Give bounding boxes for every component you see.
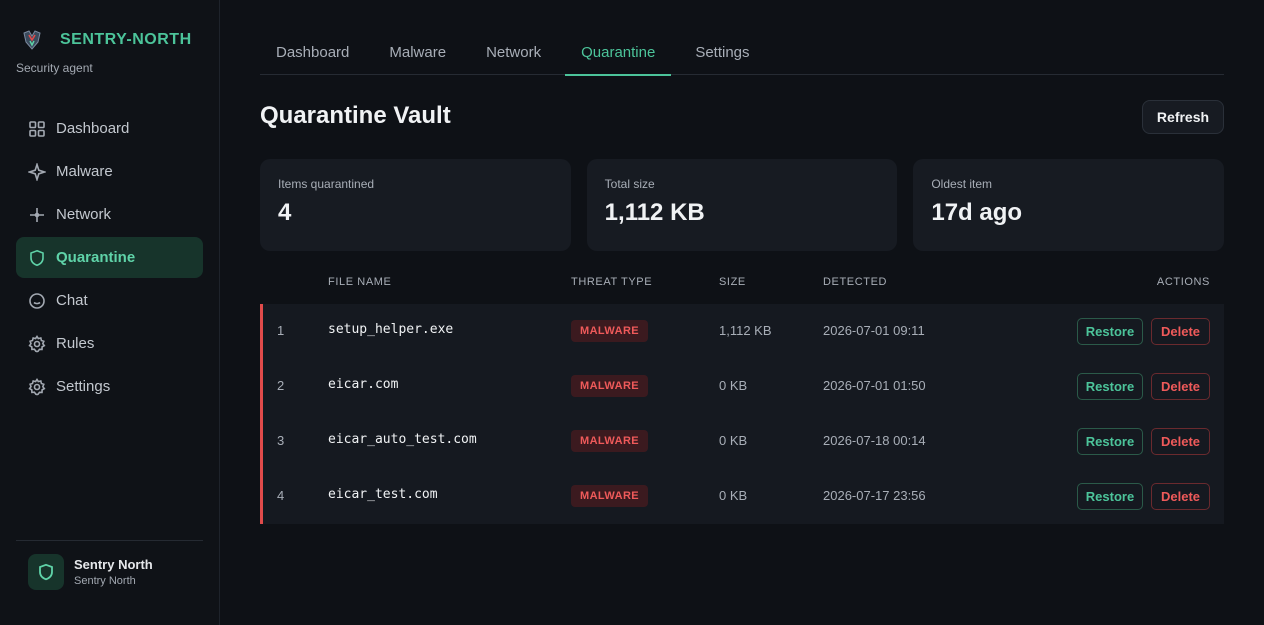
- grid-icon: [29, 120, 45, 137]
- sparkle-icon: [28, 162, 46, 181]
- sidebar-item-malware[interactable]: Malware: [16, 151, 203, 192]
- header-file-name: FILE NAME: [328, 276, 392, 288]
- stat-value: 17d ago: [931, 199, 1023, 226]
- sidebar: SENTRY-NORTH Security agent Dashboard Ma…: [0, 0, 220, 625]
- tab-malware[interactable]: Malware: [373, 32, 462, 75]
- threat-badge: MALWARE: [571, 430, 649, 452]
- network-icon: [30, 207, 44, 222]
- gear-icon: [28, 377, 46, 395]
- table-row: 1 setup_helper.exe MALWARE 1,112 KB 2026…: [263, 304, 1224, 359]
- sidebar-nav: Dashboard Malware Network Quarantine Cha…: [16, 108, 203, 409]
- quarantine-table: 1 setup_helper.exe MALWARE 1,112 KB 2026…: [260, 304, 1224, 524]
- file-name: setup_helper.exe: [328, 322, 454, 337]
- sidebar-item-chat[interactable]: Chat: [16, 280, 203, 321]
- header-threat-type: THREAT TYPE: [571, 276, 653, 288]
- restore-button[interactable]: Restore: [1077, 318, 1143, 345]
- shield-icon: [30, 249, 44, 266]
- row-number: 4: [277, 488, 285, 503]
- gear-icon: [28, 334, 46, 352]
- stat-label: Oldest item: [931, 177, 993, 191]
- stat-value: 1,112 KB: [604, 199, 705, 226]
- row-number: 1: [277, 323, 285, 338]
- file-name: eicar_test.com: [328, 487, 438, 502]
- sidebar-item-label: Chat: [56, 292, 88, 309]
- header-detected: DETECTED: [823, 276, 888, 288]
- tab-network[interactable]: Network: [470, 32, 557, 75]
- sidebar-item-settings[interactable]: Settings: [16, 366, 203, 407]
- sidebar-item-label: Malware: [56, 163, 113, 180]
- sidebar-item-dashboard[interactable]: Dashboard: [16, 108, 203, 149]
- avatar: [28, 554, 64, 590]
- threat-badge: MALWARE: [571, 320, 649, 342]
- detected-date: 2026-07-17 23:56: [823, 488, 926, 503]
- delete-button[interactable]: Delete: [1151, 318, 1210, 345]
- sidebar-item-quarantine[interactable]: Quarantine: [16, 237, 203, 278]
- logo-icon: [23, 30, 41, 50]
- user-info: Sentry North Sentry North: [74, 557, 153, 587]
- table-header: FILE NAME THREAT TYPE SIZE DETECTED ACTI…: [260, 270, 1224, 296]
- file-size: 0 KB: [719, 378, 748, 393]
- table-row: 3 eicar_auto_test.com MALWARE 0 KB 2026-…: [263, 414, 1224, 469]
- detected-date: 2026-07-01 01:50: [823, 378, 926, 393]
- file-name: eicar_auto_test.com: [328, 432, 477, 447]
- page-title: Quarantine Vault: [260, 102, 451, 129]
- restore-button[interactable]: Restore: [1077, 373, 1143, 400]
- chat-icon: [29, 292, 45, 309]
- user-name: Sentry North: [74, 557, 153, 572]
- stat-label: Items quarantined: [278, 177, 375, 191]
- refresh-button[interactable]: Refresh: [1142, 100, 1224, 134]
- threat-badge: MALWARE: [571, 375, 649, 397]
- threat-badge: MALWARE: [571, 485, 649, 507]
- file-size: 0 KB: [719, 488, 748, 503]
- stat-card-oldest: Oldest item 17d ago: [913, 159, 1225, 251]
- stats-row: Items quarantined 4 Total size 1,112 KB …: [260, 159, 1225, 251]
- header-actions: ACTIONS: [1156, 276, 1210, 288]
- sidebar-item-rules[interactable]: Rules: [16, 323, 203, 364]
- file-name: eicar.com: [328, 377, 399, 392]
- stat-value: 4: [278, 199, 292, 226]
- delete-button[interactable]: Delete: [1151, 428, 1210, 455]
- file-size: 0 KB: [719, 433, 748, 448]
- row-number: 3: [277, 433, 285, 448]
- row-number: 2: [277, 378, 285, 393]
- tab-settings[interactable]: Settings: [679, 32, 765, 75]
- sidebar-item-network[interactable]: Network: [16, 194, 203, 235]
- brand-name: SENTRY-NORTH: [60, 31, 192, 48]
- brand-subtitle: Security agent: [16, 61, 93, 75]
- file-size: 1,112 KB: [719, 323, 772, 338]
- stat-label: Total size: [604, 177, 655, 191]
- sidebar-item-label: Dashboard: [56, 120, 130, 137]
- detected-date: 2026-07-01 09:11: [823, 323, 925, 338]
- stat-card-items: Items quarantined 4: [260, 159, 571, 251]
- shield-icon: [39, 563, 53, 581]
- delete-button[interactable]: Delete: [1151, 483, 1210, 510]
- sidebar-item-label: Rules: [56, 335, 95, 352]
- delete-button[interactable]: Delete: [1151, 373, 1210, 400]
- user-profile[interactable]: Sentry North Sentry North: [16, 540, 203, 590]
- stat-card-size: Total size 1,112 KB: [586, 159, 898, 251]
- sidebar-item-label: Network: [56, 206, 112, 223]
- header-size: SIZE: [719, 276, 746, 288]
- restore-button[interactable]: Restore: [1077, 428, 1143, 455]
- tab-bar: Dashboard Malware Network Quarantine Set…: [260, 32, 1224, 76]
- tab-dashboard[interactable]: Dashboard: [260, 32, 365, 75]
- table-row: 2 eicar.com MALWARE 0 KB 2026-07-01 01:5…: [263, 359, 1224, 414]
- restore-button[interactable]: Restore: [1077, 483, 1143, 510]
- tab-quarantine[interactable]: Quarantine: [565, 32, 672, 76]
- user-subtitle: Sentry North: [74, 575, 136, 587]
- detected-date: 2026-07-18 00:14: [823, 433, 926, 448]
- sidebar-item-label: Settings: [56, 378, 111, 395]
- table-row: 4 eicar_test.com MALWARE 0 KB 2026-07-17…: [263, 469, 1224, 524]
- sidebar-item-label: Quarantine: [56, 249, 136, 266]
- brand[interactable]: SENTRY-NORTH: [20, 28, 192, 52]
